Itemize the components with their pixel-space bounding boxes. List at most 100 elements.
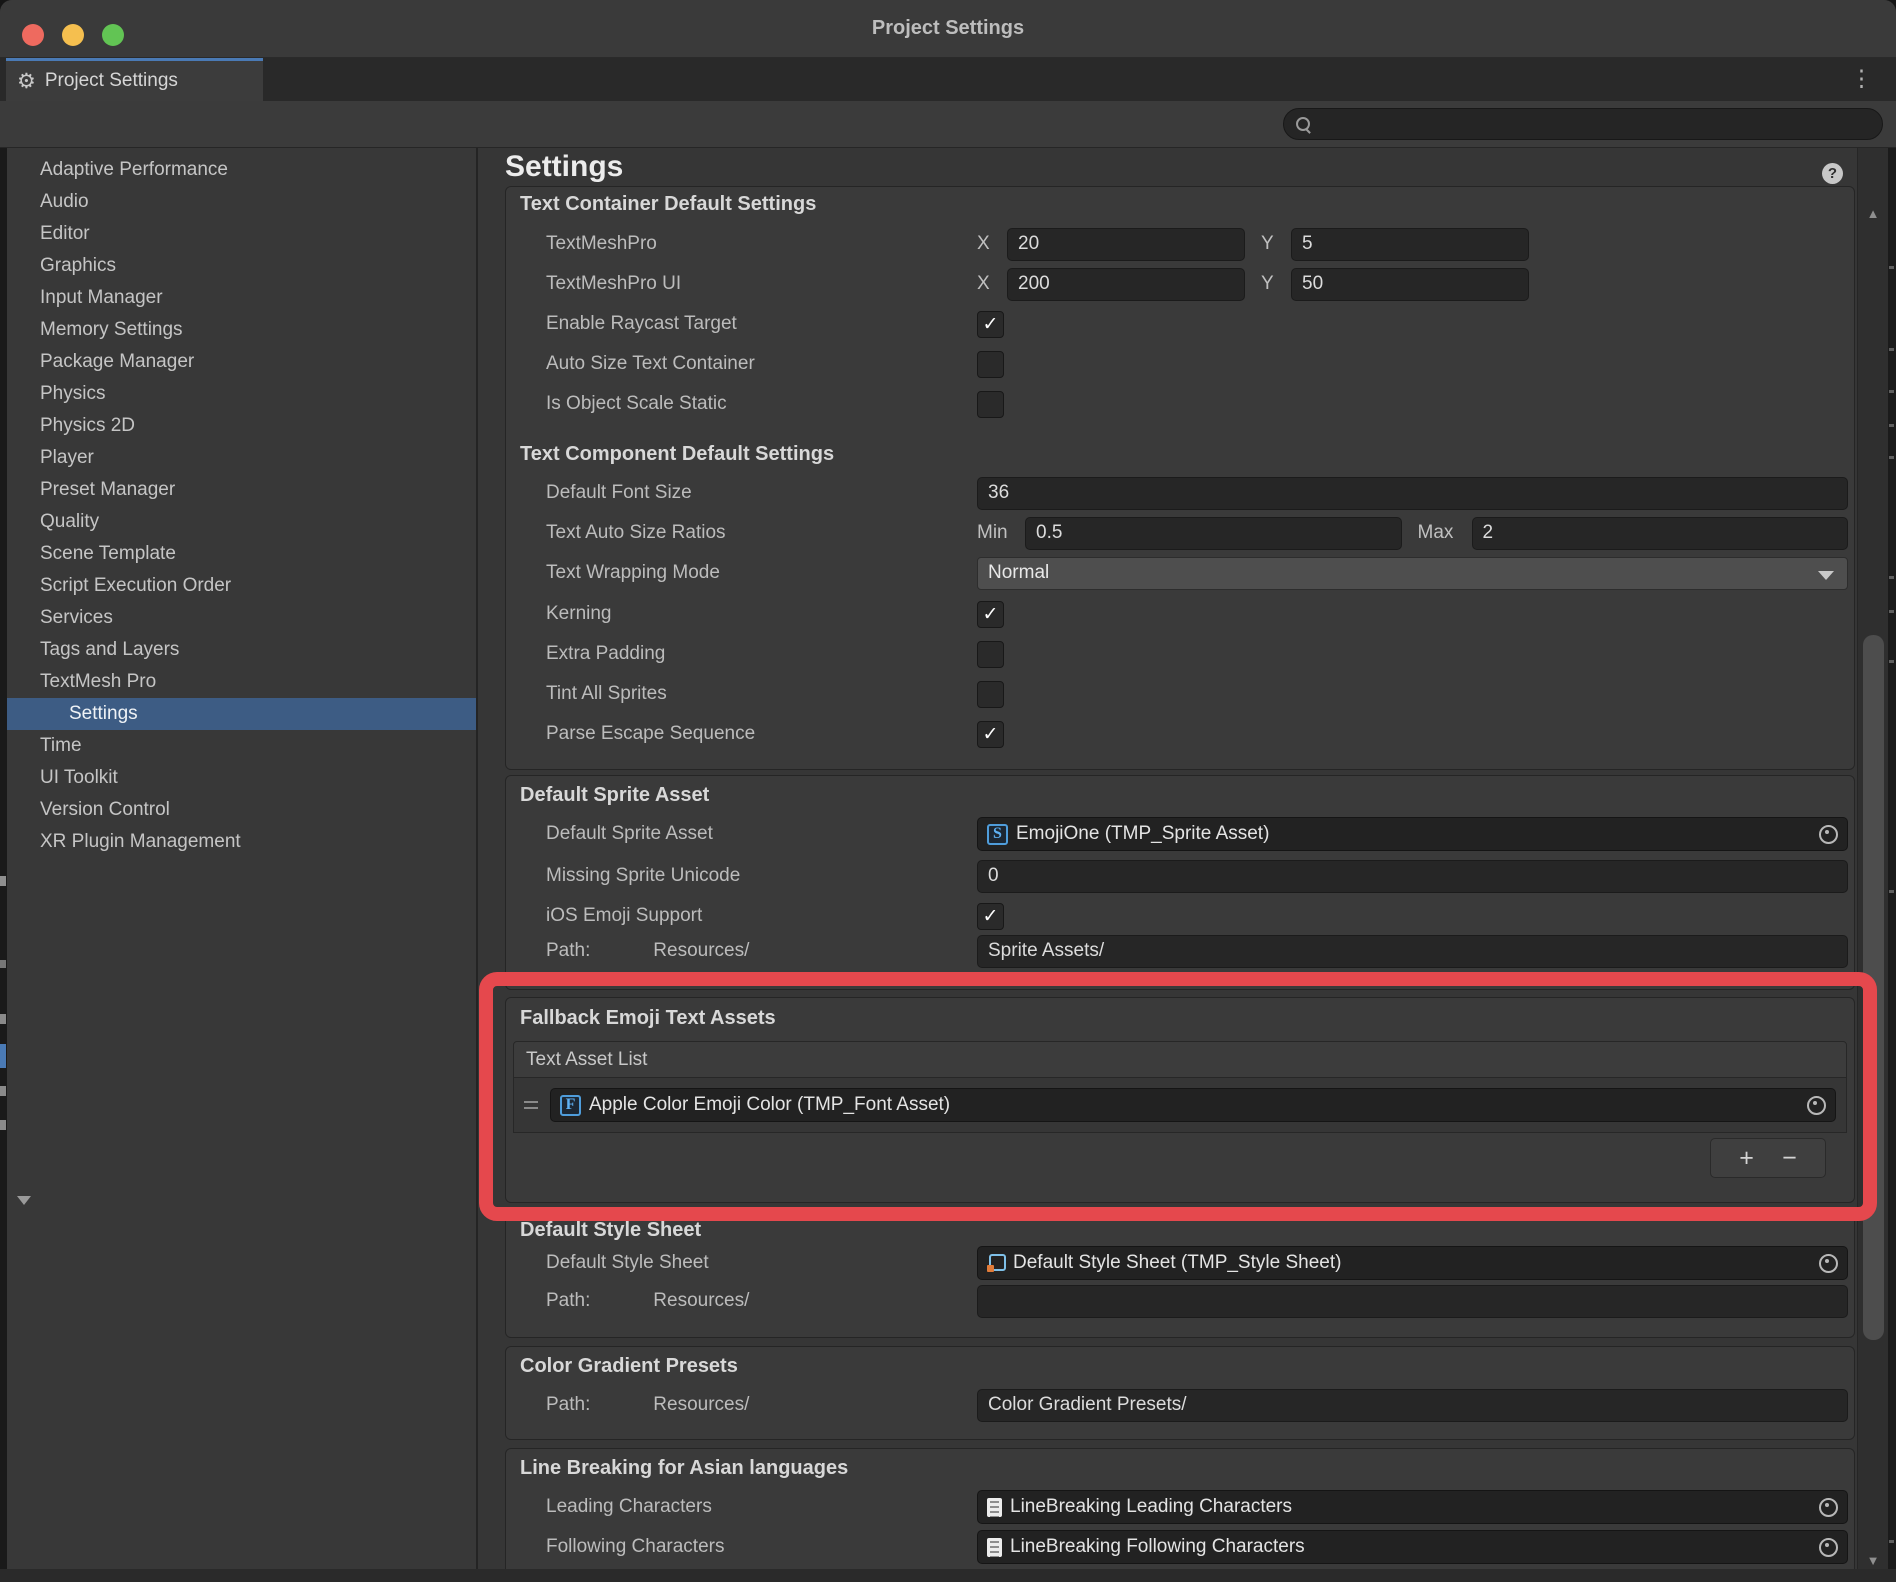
- leading-characters-object-field[interactable]: LineBreaking Leading Characters: [977, 1490, 1848, 1524]
- text-wrapping-mode-dropdown[interactable]: Normal: [977, 557, 1848, 590]
- scrollbar-thumb[interactable]: [1863, 635, 1884, 1340]
- auto-size-max-field[interactable]: 2: [1472, 517, 1849, 550]
- chevron-down-icon[interactable]: [17, 1196, 31, 1205]
- sidebar-item-preset-manager[interactable]: Preset Manager: [7, 474, 476, 506]
- default-sprite-asset-group: Default Sprite Asset Default Sprite Asse…: [505, 775, 1855, 990]
- extra-padding-checkbox[interactable]: [977, 641, 1004, 668]
- sidebar-item-audio[interactable]: Audio: [7, 186, 476, 218]
- sidebar-item-memory-settings[interactable]: Memory Settings: [7, 314, 476, 346]
- default-font-size-field[interactable]: 36: [977, 477, 1848, 510]
- vertical-scrollbar[interactable]: ▲ ▼: [1857, 148, 1888, 1582]
- sidebar-item-label: Script Execution Order: [40, 575, 231, 597]
- setting-row-missing-sprite-unicode: Missing Sprite Unicode 0: [506, 856, 1854, 896]
- scroll-down-icon[interactable]: ▼: [1858, 1553, 1888, 1568]
- sidebar-item-label: Input Manager: [40, 287, 163, 309]
- background-fragment: [1889, 424, 1894, 427]
- window-bottom-edge: [0, 1569, 1896, 1582]
- search-input[interactable]: [1310, 114, 1882, 134]
- tab-menu-kebab-icon[interactable]: ⋮: [1850, 67, 1873, 90]
- kerning-checkbox[interactable]: ✓: [977, 601, 1004, 628]
- sidebar-item-adaptive-performance[interactable]: Adaptive Performance: [7, 154, 476, 186]
- sidebar-item-physics[interactable]: Physics: [7, 378, 476, 410]
- object-field-value: EmojiOne (TMP_Sprite Asset): [1016, 823, 1269, 845]
- default-style-sheet-object-field[interactable]: Default Style Sheet (TMP_Style Sheet): [977, 1246, 1848, 1280]
- textmeshpro-x-field[interactable]: 20: [1007, 228, 1245, 261]
- setting-row-extra-padding: Extra Padding: [506, 634, 1854, 674]
- scroll-up-icon[interactable]: ▲: [1858, 206, 1888, 221]
- object-picker-icon[interactable]: [1819, 1254, 1838, 1273]
- sidebar-item-player[interactable]: Player: [7, 442, 476, 474]
- section-title: Default Sprite Asset: [520, 784, 709, 807]
- object-picker-icon[interactable]: [1819, 825, 1838, 844]
- sidebar-item-label: Preset Manager: [40, 479, 175, 501]
- tab-project-settings[interactable]: ⚙ Project Settings: [6, 58, 263, 101]
- settings-category-sidebar: Adaptive Performance Audio Editor Graphi…: [7, 148, 476, 1582]
- sidebar-item-version-control[interactable]: Version Control: [7, 794, 476, 826]
- object-picker-icon[interactable]: [1819, 1498, 1838, 1517]
- setting-row-default-style-sheet: Default Style Sheet Default Style Sheet …: [506, 1243, 1854, 1283]
- gradient-presets-path-field[interactable]: Color Gradient Presets/: [977, 1389, 1848, 1422]
- sidebar-item-label: Services: [40, 607, 113, 629]
- drag-handle-icon[interactable]: [524, 1101, 550, 1109]
- setting-row-auto-size-text-container: Auto Size Text Container: [506, 344, 1854, 384]
- sidebar-item-graphics[interactable]: Graphics: [7, 250, 476, 282]
- auto-size-text-container-checkbox[interactable]: [977, 351, 1004, 378]
- add-item-button[interactable]: +: [1739, 1146, 1754, 1171]
- ios-emoji-support-checkbox[interactable]: ✓: [977, 903, 1004, 930]
- textmeshpro-ui-y-field[interactable]: 50: [1291, 268, 1529, 301]
- tint-all-sprites-checkbox[interactable]: [977, 681, 1004, 708]
- setting-label: Following Characters: [506, 1536, 977, 1558]
- font-asset-icon: F: [560, 1095, 581, 1116]
- default-sprite-asset-object-field[interactable]: S EmojiOne (TMP_Sprite Asset): [977, 817, 1848, 851]
- parse-escape-sequence-checkbox[interactable]: ✓: [977, 721, 1004, 748]
- sidebar-item-textmesh-pro[interactable]: TextMesh Pro: [7, 666, 476, 698]
- following-characters-object-field[interactable]: LineBreaking Following Characters: [977, 1530, 1848, 1564]
- setting-label: Missing Sprite Unicode: [506, 865, 977, 887]
- fallback-font-asset-object-field[interactable]: F Apple Color Emoji Color (TMP_Font Asse…: [550, 1088, 1836, 1122]
- sidebar-item-package-manager[interactable]: Package Manager: [7, 346, 476, 378]
- sidebar-item-label: Settings: [69, 703, 138, 725]
- setting-label: Enable Raycast Target: [506, 313, 977, 335]
- search-box[interactable]: [1283, 108, 1883, 140]
- sidebar-item-xr-plugin-management[interactable]: XR Plugin Management: [7, 826, 476, 858]
- background-fragment: [1889, 610, 1894, 613]
- object-field-value: Default Style Sheet (TMP_Style Sheet): [1013, 1252, 1341, 1274]
- object-field-value: LineBreaking Leading Characters: [1010, 1496, 1292, 1518]
- sidebar-item-services[interactable]: Services: [7, 602, 476, 634]
- setting-row-tint-all-sprites: Tint All Sprites: [506, 674, 1854, 714]
- sidebar-item-input-manager[interactable]: Input Manager: [7, 282, 476, 314]
- sidebar-item-tags-and-layers[interactable]: Tags and Layers: [7, 634, 476, 666]
- auto-size-min-field[interactable]: 0.5: [1025, 517, 1402, 550]
- sidebar-item-label: Package Manager: [40, 351, 194, 373]
- sidebar-item-scene-template[interactable]: Scene Template: [7, 538, 476, 570]
- setting-label: Path: Resources/: [506, 1394, 977, 1416]
- remove-item-button[interactable]: −: [1782, 1146, 1797, 1171]
- x-axis-label: X: [977, 233, 1007, 255]
- object-picker-icon[interactable]: [1819, 1538, 1838, 1557]
- sidebar-item-editor[interactable]: Editor: [7, 218, 476, 250]
- object-picker-icon[interactable]: [1807, 1096, 1826, 1115]
- sidebar-item-quality[interactable]: Quality: [7, 506, 476, 538]
- missing-sprite-unicode-field[interactable]: 0: [977, 860, 1848, 893]
- sidebar-item-physics-2d[interactable]: Physics 2D: [7, 410, 476, 442]
- sidebar-item-script-execution-order[interactable]: Script Execution Order: [7, 570, 476, 602]
- sidebar-item-ui-toolkit[interactable]: UI Toolkit: [7, 762, 476, 794]
- sidebar-item-label: Scene Template: [40, 543, 176, 565]
- is-object-scale-static-checkbox[interactable]: [977, 391, 1004, 418]
- sidebar-item-time[interactable]: Time: [7, 730, 476, 762]
- style-sheet-path-field[interactable]: [977, 1285, 1848, 1318]
- help-icon[interactable]: ?: [1822, 163, 1843, 184]
- enable-raycast-target-checkbox[interactable]: ✓: [977, 311, 1004, 338]
- setting-row-leading-characters: Leading Characters LineBreaking Leading …: [506, 1487, 1854, 1527]
- background-window-sliver-left: [0, 148, 7, 1582]
- text-asset-list-header[interactable]: Text Asset List: [513, 1041, 1847, 1078]
- sidebar-item-textmeshpro-settings[interactable]: Settings: [7, 698, 476, 730]
- background-fragment: [1889, 266, 1894, 269]
- sprite-path-field[interactable]: Sprite Assets/: [977, 935, 1848, 968]
- textmeshpro-y-field[interactable]: 5: [1291, 228, 1529, 261]
- textmeshpro-ui-x-field[interactable]: 200: [1007, 268, 1245, 301]
- background-fragment: [1889, 348, 1894, 351]
- min-label: Min: [977, 522, 1025, 544]
- toolbar: [0, 101, 1896, 148]
- background-fragment: [1889, 890, 1894, 893]
